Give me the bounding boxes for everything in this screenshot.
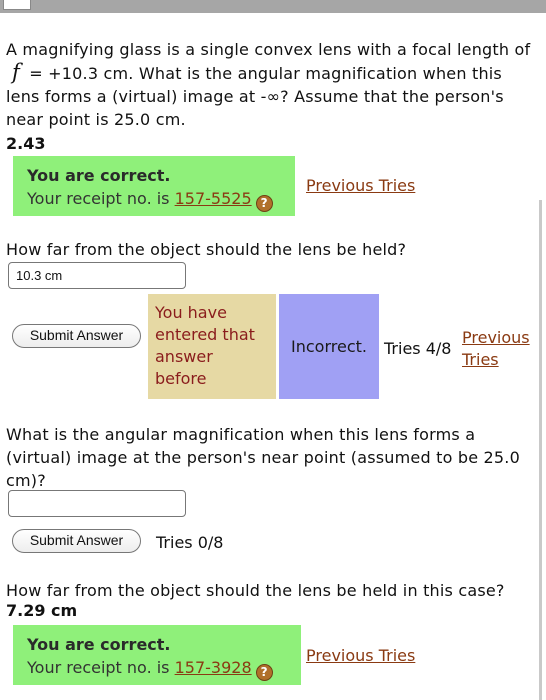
- correct-title: You are correct.: [27, 166, 171, 185]
- question-1-text: A magnifying glass is a single convex le…: [6, 38, 534, 131]
- question-1-answer: 2.43: [6, 134, 46, 153]
- question-2-submit-button[interactable]: Submit Answer: [12, 324, 141, 348]
- question-2-text: How far from the object should the lens …: [6, 240, 407, 259]
- question-4-correct-box: You are correct. Your receipt no. is 157…: [13, 625, 301, 685]
- receipt-link[interactable]: 157-5525: [175, 189, 252, 208]
- question-1-correct-box: You are correct. Your receipt no. is 157…: [13, 156, 295, 216]
- scrollbar[interactable]: [539, 200, 542, 700]
- toolbar-thumbnail: [3, 0, 31, 10]
- help-icon[interactable]: ?: [255, 664, 273, 681]
- entered-before-message: You have entered that answer before: [148, 294, 276, 399]
- receipt-line: Your receipt no. is 157-3928?: [27, 656, 289, 681]
- question-1-text-before: A magnifying glass is a single convex le…: [6, 40, 531, 59]
- focal-length-symbol: f: [12, 60, 20, 84]
- question-3-tries: Tries 0/8: [156, 533, 224, 552]
- receipt-line: Your receipt no. is 157-5525?: [27, 187, 283, 212]
- question-2-previous-tries-link[interactable]: Previous Tries: [462, 327, 540, 371]
- question-3-answer-input[interactable]: [8, 490, 186, 517]
- question-4-answer: 7.29 cm: [6, 601, 78, 620]
- question-3-submit-button[interactable]: Submit Answer: [12, 529, 141, 553]
- top-toolbar: [0, 0, 546, 13]
- question-4-previous-tries-link[interactable]: Previous Tries: [306, 646, 415, 665]
- help-icon[interactable]: ?: [255, 195, 273, 212]
- question-1-text-after: = +10.3 cm. What is the angular magnific…: [6, 64, 504, 129]
- incorrect-status: Incorrect.: [279, 294, 379, 399]
- question-4-text: How far from the object should the lens …: [6, 581, 505, 600]
- receipt-prefix: Your receipt no. is: [27, 658, 175, 677]
- receipt-prefix: Your receipt no. is: [27, 189, 175, 208]
- question-1-previous-tries-link[interactable]: Previous Tries: [306, 176, 415, 195]
- question-2-tries: Tries 4/8: [384, 339, 452, 358]
- receipt-link[interactable]: 157-3928: [175, 658, 252, 677]
- correct-title: You are correct.: [27, 635, 171, 654]
- question-3-text: What is the angular magnification when t…: [6, 425, 520, 490]
- question-2-answer-input[interactable]: 10.3 cm: [8, 262, 186, 289]
